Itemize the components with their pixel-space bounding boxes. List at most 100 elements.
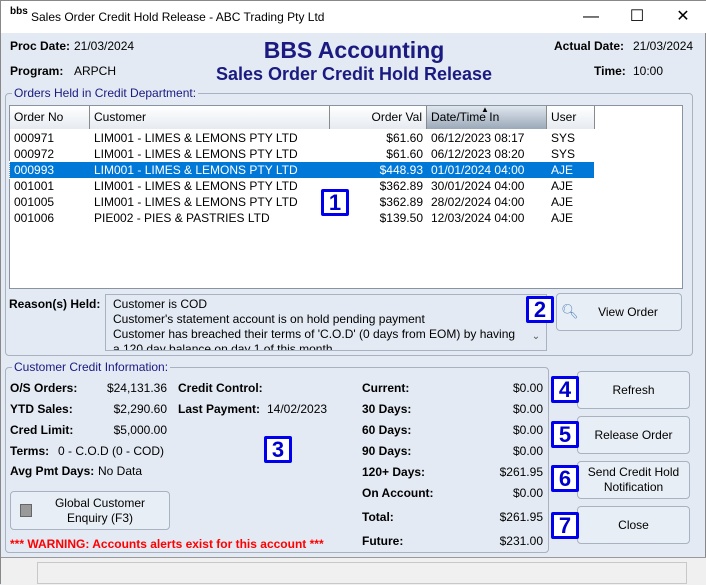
close-window-button[interactable]: ✕	[661, 5, 705, 29]
aging-value: $231.00	[499, 534, 543, 548]
close-button[interactable]: Close	[577, 506, 690, 544]
aging-label: Future:	[362, 534, 404, 548]
window-title: Sales Order Credit Hold Release - ABC Tr…	[31, 10, 325, 24]
aging-value: $0.00	[512, 486, 543, 500]
table-cell: LIM001 - LIMES & LEMONS PTY LTD	[94, 131, 298, 145]
table-row[interactable]: 001006 PIE002 - PIES & PASTRIES LTD $139.5…	[10, 210, 594, 226]
table-cell: 28/02/2024 04:00	[431, 195, 525, 209]
col-user[interactable]: User	[547, 106, 595, 129]
global-enquiry-label: Global Customer Enquiry (F3)	[54, 495, 146, 525]
col-date-time[interactable]: Date/Time In ▲	[427, 105, 547, 129]
aging-label: Total:	[362, 510, 394, 524]
scroll-down-icon[interactable]: ⌄	[527, 331, 545, 349]
col-order-val[interactable]: Order Val	[330, 106, 427, 129]
annotation-badge: 6	[551, 465, 579, 492]
table-cell: LIM001 - LIMES & LEMONS PTY LTD	[94, 163, 298, 177]
table-cell: AJE	[551, 163, 574, 177]
orders-group-label: Orders Held in Credit Department:	[12, 86, 199, 100]
magnifier-icon: 🔍︎	[561, 303, 579, 319]
table-cell: 30/01/2024 04:00	[431, 179, 525, 193]
aging-label: Current:	[362, 381, 410, 395]
table-cell: 12/03/2024 04:00	[431, 211, 525, 225]
credit-group-label: Customer Credit Information:	[12, 360, 171, 374]
aging-value: $261.95	[499, 465, 543, 479]
table-cell: AJE	[551, 179, 574, 193]
table-cell: $61.60	[386, 131, 423, 145]
avg-pmt-value: No Data	[98, 464, 143, 478]
time-label: Time:	[594, 64, 626, 78]
reason-line: a 120 day balance on day 1 of this month	[113, 342, 333, 351]
cabinet-icon	[20, 504, 32, 517]
os-orders-value: $24,131.36	[106, 381, 167, 395]
reason-line: Customer has breached their terms of 'C.…	[113, 327, 516, 341]
app-icon: bbs	[10, 6, 28, 17]
table-cell: 06/12/2023 08:17	[431, 131, 525, 145]
table-cell: AJE	[551, 211, 574, 225]
aging-label: 120+ Days:	[362, 465, 426, 479]
col-customer[interactable]: Customer	[90, 106, 330, 129]
table-cell: 06/12/2023 08:20	[431, 147, 525, 161]
table-cell: 001001	[14, 179, 55, 193]
os-orders-label: O/S Orders:	[10, 381, 78, 395]
table-row[interactable]: 001005 LIM001 - LIMES & LEMONS PTY LTD $36…	[10, 194, 594, 210]
terms-value: 0 - C.O.D (0 - COD)	[58, 444, 165, 458]
avg-pmt-label: Avg Pmt Days:	[10, 464, 95, 478]
status-bar	[1, 557, 706, 585]
reasons-textbox[interactable]: Customer is COD Customer's statement acc…	[105, 294, 547, 351]
table-row[interactable]: 000971 LIM001 - LIMES & LEMONS PTY LTD $61…	[10, 130, 594, 146]
table-header: Order No Customer Order Val Date/Time In…	[10, 105, 595, 129]
send-credit-hold-notification-button[interactable]: Send Credit Hold Notification	[577, 461, 690, 499]
table-cell: LIM001 - LIMES & LEMONS PTY LTD	[94, 147, 298, 161]
cred-limit-label: Cred Limit:	[10, 423, 74, 437]
account-alert-warning: *** WARNING: Accounts alerts exist for t…	[10, 537, 324, 551]
actual-date-label: Actual Date:	[554, 39, 625, 53]
table-row[interactable]: 001001 LIM001 - LIMES & LEMONS PTY LTD $36…	[10, 178, 594, 194]
table-cell: $61.60	[386, 147, 423, 161]
view-order-button[interactable]: 🔍︎ View Order	[556, 293, 682, 331]
aging-value: $0.00	[512, 444, 543, 458]
last-payment-value: 14/02/2023	[267, 402, 328, 416]
aging-value: $261.95	[499, 510, 543, 524]
table-row[interactable]: 000972 LIM001 - LIMES & LEMONS PTY LTD $61…	[10, 146, 594, 162]
reason-line: Customer's statement account is on hold …	[113, 312, 425, 326]
table-cell: 000972	[14, 147, 55, 161]
annotation-badge: 3	[264, 436, 292, 463]
annotation-badge: 7	[551, 512, 579, 539]
status-field	[37, 562, 687, 584]
table-cell: 001006	[14, 211, 55, 225]
ytd-sales-value: $2,290.60	[113, 402, 167, 416]
annotation-badge: 4	[551, 376, 579, 403]
table-cell: 000993	[14, 163, 55, 177]
aging-value: $0.00	[512, 381, 543, 395]
aging-label: 30 Days:	[362, 402, 412, 416]
maximize-button[interactable]: ☐	[615, 5, 659, 29]
global-customer-enquiry-button[interactable]: Global Customer Enquiry (F3)	[10, 491, 170, 530]
view-order-label: View Order	[598, 304, 658, 319]
aging-label: 90 Days:	[362, 444, 412, 458]
col-date-time-label: Date/Time In	[431, 110, 500, 124]
cred-limit-value: $5,000.00	[113, 423, 167, 437]
table-cell: PIE002 - PIES & PASTRIES LTD	[94, 211, 270, 225]
actual-date-value: 21/03/2024	[633, 39, 694, 53]
aging-label: 60 Days:	[362, 423, 412, 437]
time-value: 10:00	[633, 64, 664, 78]
table-cell: SYS	[551, 147, 576, 161]
table-cell: 001005	[14, 195, 55, 209]
annotation-badge: 5	[551, 421, 579, 448]
table-row[interactable]: 000993 LIM001 - LIMES & LEMONS PTY LTD $44…	[9, 161, 595, 179]
minimize-button[interactable]: —	[569, 5, 613, 29]
last-payment-label: Last Payment:	[178, 402, 261, 416]
annotation-badge: 1	[321, 189, 349, 216]
release-order-button[interactable]: Release Order	[577, 416, 690, 454]
sort-asc-icon: ▲	[481, 105, 489, 114]
reasons-label: Reason(s) Held:	[9, 297, 101, 311]
aging-value: $0.00	[512, 402, 543, 416]
title-bar: bbs Sales Order Credit Hold Release - AB…	[1, 1, 706, 33]
col-order-no[interactable]: Order No	[10, 106, 90, 129]
refresh-button[interactable]: Refresh	[577, 371, 690, 409]
reason-line: Customer is COD	[113, 297, 208, 311]
terms-label: Terms:	[10, 444, 50, 458]
table-cell: AJE	[551, 195, 574, 209]
table-cell: SYS	[551, 131, 576, 145]
table-cell: LIM001 - LIMES & LEMONS PTY LTD	[94, 195, 298, 209]
